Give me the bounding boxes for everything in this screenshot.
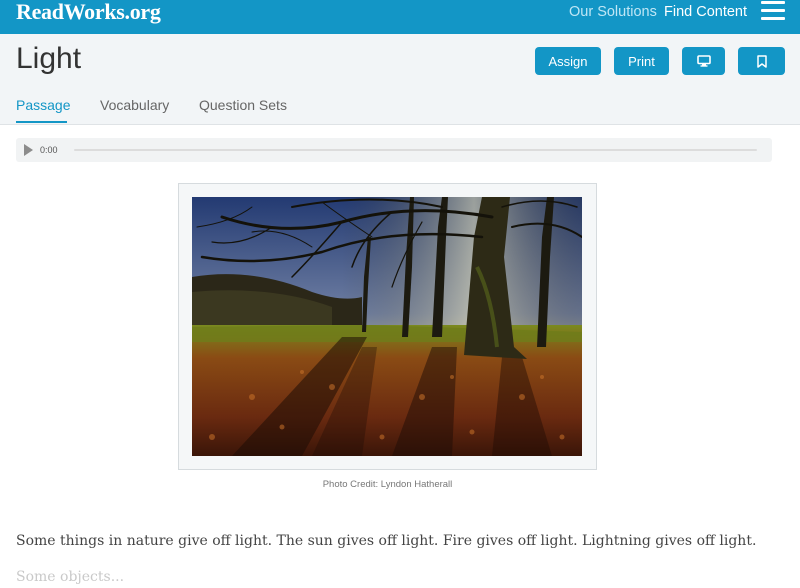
- top-navigation-bar: ReadWorks.org Our Solutions Find Content: [0, 0, 800, 34]
- tab-passage[interactable]: Passage: [16, 97, 70, 113]
- passage-paragraph: Some things in nature give off light. Th…: [16, 533, 757, 549]
- nav-our-solutions[interactable]: Our Solutions: [569, 4, 657, 20]
- tab-vocabulary[interactable]: Vocabulary: [100, 97, 169, 113]
- audio-time: 0:00: [40, 145, 58, 155]
- active-tab-indicator: [16, 121, 67, 123]
- passage-teaser: Some objects...: [16, 569, 125, 585]
- page-title: Light: [16, 42, 82, 75]
- photo-credit: Photo Credit: Lyndon Hatherall: [322, 479, 453, 490]
- passage-image-frame: [178, 183, 597, 470]
- forest-photo: [192, 197, 582, 456]
- readworks-logo[interactable]: ReadWorks.org: [16, 0, 161, 25]
- print-button[interactable]: Print: [614, 47, 669, 75]
- bookmark-button[interactable]: [738, 47, 785, 75]
- nav-find-content[interactable]: Find Content: [664, 4, 747, 20]
- monitor-icon: [696, 55, 711, 67]
- hamburger-icon[interactable]: [761, 1, 785, 21]
- present-button[interactable]: [682, 47, 725, 75]
- passage-header: Light Assign Print Passage Vocabulary Qu…: [0, 34, 800, 125]
- audio-progress-track[interactable]: [74, 149, 757, 151]
- tab-question-sets[interactable]: Question Sets: [199, 97, 287, 113]
- bookmark-icon: [756, 54, 767, 68]
- audio-player: 0:00: [16, 138, 772, 162]
- assign-button[interactable]: Assign: [535, 47, 601, 75]
- play-icon[interactable]: [24, 144, 33, 156]
